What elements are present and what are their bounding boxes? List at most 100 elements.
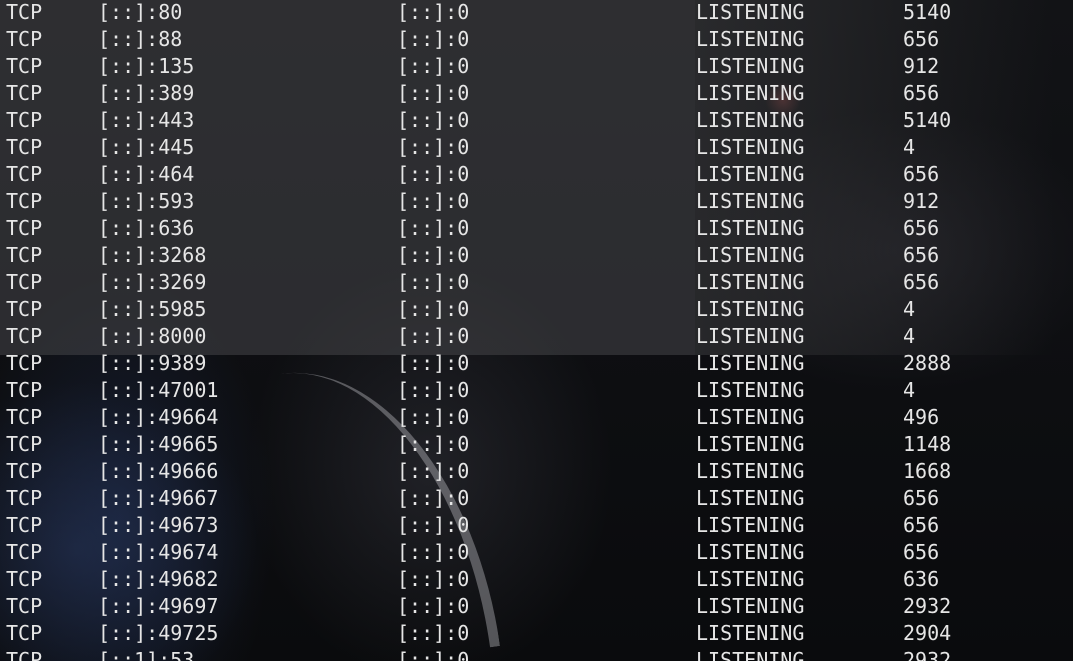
protocol-cell: TCP — [6, 540, 43, 564]
pid-cell: 4 — [903, 324, 916, 348]
state-cell: LISTENING — [696, 351, 805, 375]
local-address-cell: [::]:49665 — [98, 432, 219, 456]
local-address-cell: [::]:49673 — [98, 513, 219, 537]
foreign-address-cell: [::]:0 — [397, 432, 470, 456]
foreign-address-cell: [::]:0 — [397, 540, 470, 564]
foreign-address-cell: [::]:0 — [397, 351, 470, 375]
protocol-cell: TCP — [6, 243, 43, 267]
protocol-cell: TCP — [6, 297, 43, 321]
state-cell: LISTENING — [696, 216, 805, 240]
output-line: TCP [::]:49665 [::]:0 LISTENING 1148 — [6, 432, 1073, 459]
foreign-address-cell: [::]:0 — [397, 486, 470, 510]
output-line: TCP [::]:49674 [::]:0 LISTENING 656 — [6, 540, 1073, 567]
pid-cell: 912 — [903, 189, 940, 213]
protocol-cell: TCP — [6, 162, 43, 186]
protocol-cell: TCP — [6, 108, 43, 132]
local-address-cell: [::]:9389 — [98, 351, 207, 375]
state-cell: LISTENING — [696, 540, 805, 564]
protocol-cell: TCP — [6, 648, 43, 661]
protocol-cell: TCP — [6, 0, 43, 24]
protocol-cell: TCP — [6, 405, 43, 429]
pid-cell: 2888 — [903, 351, 952, 375]
state-cell: LISTENING — [696, 108, 805, 132]
foreign-address-cell: [::]:0 — [397, 54, 470, 78]
local-address-cell: [::]:5985 — [98, 297, 207, 321]
local-address-cell: [::]:593 — [98, 189, 195, 213]
local-address-cell: [::]:80 — [98, 0, 183, 24]
pid-cell: 656 — [903, 270, 940, 294]
state-cell: LISTENING — [696, 405, 805, 429]
output-line: TCP [::1]:53 [::]:0 LISTENING 2932 — [6, 648, 1073, 661]
output-line: TCP [::]:3269 [::]:0 LISTENING 656 — [6, 270, 1073, 297]
protocol-cell: TCP — [6, 27, 43, 51]
local-address-cell: [::1]:53 — [98, 648, 195, 661]
pid-cell: 656 — [903, 513, 940, 537]
local-address-cell: [::]:636 — [98, 216, 195, 240]
local-address-cell: [::]:3268 — [98, 243, 207, 267]
local-address-cell: [::]:47001 — [98, 378, 219, 402]
output-line: TCP [::]:443 [::]:0 LISTENING 5140 — [6, 108, 1073, 135]
protocol-cell: TCP — [6, 351, 43, 375]
output-line: TCP [::]:49725 [::]:0 LISTENING 2904 — [6, 621, 1073, 648]
protocol-cell: TCP — [6, 621, 43, 645]
pid-cell: 4 — [903, 378, 916, 402]
foreign-address-cell: [::]:0 — [397, 189, 470, 213]
local-address-cell: [::]:445 — [98, 135, 195, 159]
state-cell: LISTENING — [696, 270, 805, 294]
protocol-cell: TCP — [6, 81, 43, 105]
state-cell: LISTENING — [696, 189, 805, 213]
local-address-cell: [::]:88 — [98, 27, 183, 51]
output-line: TCP [::]:5985 [::]:0 LISTENING 4 — [6, 297, 1073, 324]
output-line: TCP [::]:445 [::]:0 LISTENING 4 — [6, 135, 1073, 162]
protocol-cell: TCP — [6, 216, 43, 240]
foreign-address-cell: [::]:0 — [397, 243, 470, 267]
pid-cell: 496 — [903, 405, 940, 429]
local-address-cell: [::]:49666 — [98, 459, 219, 483]
foreign-address-cell: [::]:0 — [397, 27, 470, 51]
protocol-cell: TCP — [6, 270, 43, 294]
state-cell: LISTENING — [696, 486, 805, 510]
foreign-address-cell: [::]:0 — [397, 297, 470, 321]
output-line: TCP [::]:389 [::]:0 LISTENING 656 — [6, 81, 1073, 108]
foreign-address-cell: [::]:0 — [397, 594, 470, 618]
output-line: TCP [::]:49667 [::]:0 LISTENING 656 — [6, 486, 1073, 513]
pid-cell: 5140 — [903, 108, 952, 132]
protocol-cell: TCP — [6, 594, 43, 618]
foreign-address-cell: [::]:0 — [397, 513, 470, 537]
local-address-cell: [::]:443 — [98, 108, 195, 132]
local-address-cell: [::]:49697 — [98, 594, 219, 618]
output-line: TCP [::]:9389 [::]:0 LISTENING 2888 — [6, 351, 1073, 378]
local-address-cell: [::]:8000 — [98, 324, 207, 348]
state-cell: LISTENING — [696, 324, 805, 348]
state-cell: LISTENING — [696, 81, 805, 105]
foreign-address-cell: [::]:0 — [397, 216, 470, 240]
output-line: TCP [::]:49682 [::]:0 LISTENING 636 — [6, 567, 1073, 594]
local-address-cell: [::]:49682 — [98, 567, 219, 591]
local-address-cell: [::]:49664 — [98, 405, 219, 429]
state-cell: LISTENING — [696, 567, 805, 591]
pid-cell: 656 — [903, 216, 940, 240]
output-line: TCP [::]:3268 [::]:0 LISTENING 656 — [6, 243, 1073, 270]
foreign-address-cell: [::]:0 — [397, 162, 470, 186]
pid-cell: 2904 — [903, 621, 952, 645]
output-line: TCP [::]:636 [::]:0 LISTENING 656 — [6, 216, 1073, 243]
foreign-address-cell: [::]:0 — [397, 567, 470, 591]
netstat-output[interactable]: TCP [::]:80 [::]:0 LISTENING 5140 TCP [::]:88[… — [6, 0, 1073, 661]
terminal-window[interactable]: TCP [::]:80 [::]:0 LISTENING 5140 TCP [::]:88[… — [0, 0, 1073, 661]
foreign-address-cell: [::]:0 — [397, 0, 470, 24]
local-address-cell: [::]:464 — [98, 162, 195, 186]
pid-cell: 656 — [903, 162, 940, 186]
protocol-cell: TCP — [6, 54, 43, 78]
output-line: TCP [::]:80 [::]:0 LISTENING 5140 — [6, 0, 1073, 27]
state-cell: LISTENING — [696, 459, 805, 483]
state-cell: LISTENING — [696, 243, 805, 267]
protocol-cell: TCP — [6, 432, 43, 456]
foreign-address-cell: [::]:0 — [397, 270, 470, 294]
protocol-cell: TCP — [6, 324, 43, 348]
state-cell: LISTENING — [696, 432, 805, 456]
state-cell: LISTENING — [696, 54, 805, 78]
output-line: TCP [::]:49666 [::]:0 LISTENING 1668 — [6, 459, 1073, 486]
protocol-cell: TCP — [6, 189, 43, 213]
foreign-address-cell: [::]:0 — [397, 108, 470, 132]
output-line: TCP [::]:49664 [::]:0 LISTENING 496 — [6, 405, 1073, 432]
